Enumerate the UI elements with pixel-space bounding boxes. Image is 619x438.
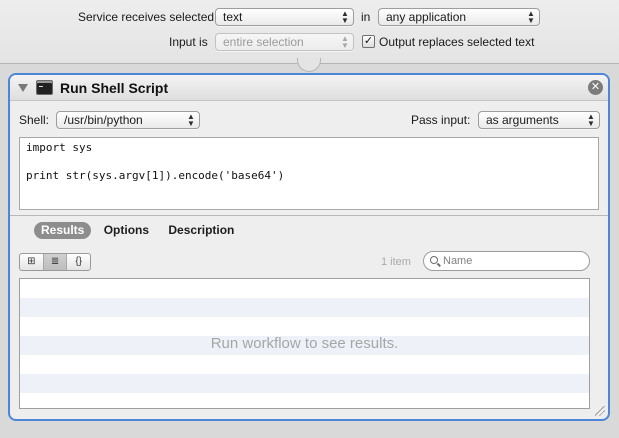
view-mode-control: ⊞ ≣ {} [19,253,91,271]
results-list[interactable]: Run workflow to see results. [19,278,590,409]
close-icon[interactable]: ✕ [588,80,603,95]
service-header: Service receives selected text ▲ ▼ in any… [0,0,619,64]
script-line: print str(sys.argv[1]).encode('base64') [26,169,285,182]
output-replaces-checkbox[interactable]: ✓ [362,35,375,48]
list-view-icon[interactable]: ≣ [43,254,68,270]
popup-arrows-icon: ▲ ▼ [187,112,195,128]
tab-options[interactable]: Options [97,222,156,239]
list-row [20,355,589,374]
script-line [26,183,592,197]
input-is-label: Input is [169,35,208,49]
input-type-value: text [223,10,243,24]
list-row [20,298,589,317]
script-line [26,155,592,169]
action-title: Run Shell Script [60,80,169,96]
terminal-icon [36,80,53,95]
popup-arrows-icon: ▲ ▼ [341,34,349,50]
list-row [20,393,589,408]
script-editor[interactable]: import sys print str(sys.argv[1]).encode… [19,137,599,210]
disclosure-triangle-icon[interactable] [18,84,28,92]
list-row [20,374,589,393]
list-row [20,279,589,298]
section-divider [10,215,608,216]
action-header: Run Shell Script ✕ [10,75,608,101]
input-type-popup[interactable]: text ▲ ▼ [215,8,354,26]
run-shell-script-action: Run Shell Script ✕ Shell: /usr/bin/pytho… [8,73,610,421]
shell-label: Shell: [19,113,50,127]
pass-input-label: Pass input: [411,113,471,127]
popup-arrows-icon: ▲ ▼ [587,112,595,128]
in-label: in [361,10,371,24]
script-line: import sys [26,141,93,154]
code-view-icon[interactable]: {} [67,254,90,270]
search-icon [430,256,438,264]
output-replaces-label: Output replaces selected text [379,35,535,49]
popup-arrows-icon: ▲ ▼ [341,9,349,25]
popup-arrows-icon: ▲ ▼ [527,9,535,25]
application-value: any application [386,10,467,24]
footer-tabs: Results Options Description [34,222,243,240]
results-placeholder-message: Run workflow to see results. [210,335,399,352]
tab-results[interactable]: Results [34,222,92,239]
shell-value: /usr/bin/python [64,113,143,127]
application-popup[interactable]: any application ▲ ▼ [378,8,540,26]
search-input[interactable]: Name [423,251,590,271]
connector-notch [297,58,321,72]
search-placeholder: Name [443,255,473,267]
input-is-value: entire selection [223,35,304,49]
input-is-popup[interactable]: entire selection ▲ ▼ [215,33,354,51]
service-receives-label: Service receives selected [78,10,215,24]
pass-input-popup[interactable]: as arguments ▲ ▼ [478,111,600,129]
shell-popup[interactable]: /usr/bin/python ▲ ▼ [56,111,200,129]
tab-description[interactable]: Description [161,222,241,239]
resize-grip-icon[interactable] [595,406,605,416]
item-count: 1 item [381,256,411,268]
list-row [20,317,589,336]
pass-input-value: as arguments [486,113,559,127]
script-line [26,197,592,211]
grid-view-icon[interactable]: ⊞ [20,254,44,270]
